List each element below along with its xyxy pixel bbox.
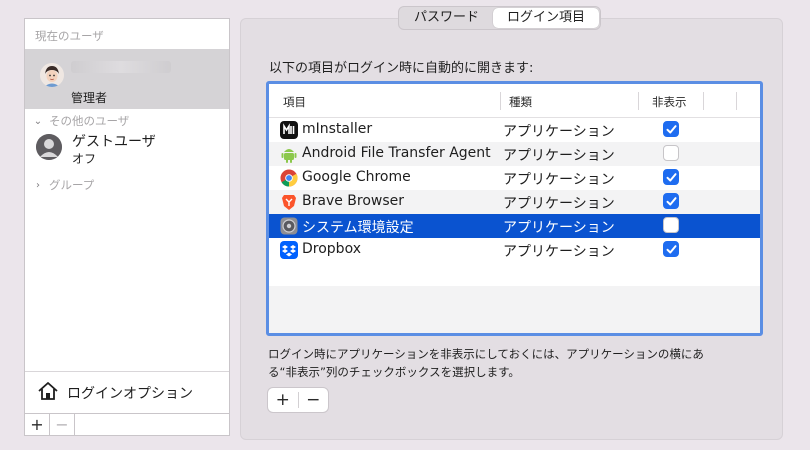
- house-icon: [37, 381, 59, 405]
- table-row[interactable]: Brave Browser アプリケーション: [269, 190, 760, 214]
- dropbox-icon: [280, 241, 298, 259]
- hide-checkbox[interactable]: [663, 169, 679, 185]
- chevron-right-icon: ›: [36, 179, 40, 191]
- users-sidebar: 現在のユーザ 管理者 ⌄ その他のユーザ ゲストユーザ オフ › グループ ログ…: [24, 18, 230, 414]
- item-kind: アプリケーション: [503, 196, 615, 212]
- column-hide[interactable]: 非表示: [652, 94, 687, 110]
- login-items-panel: 以下の項目がログイン時に自動的に開きます: 項目 種類 非表示 mInstall…: [240, 18, 783, 440]
- empty-row: [269, 286, 760, 310]
- add-user-button[interactable]: +: [25, 414, 50, 435]
- hint-line: ログイン時にアプリケーションを非表示にしておくには、アプリケーションの横にあ: [268, 347, 704, 361]
- item-kind: アプリケーション: [503, 148, 615, 164]
- item-name: Android File Transfer Agent: [302, 145, 491, 161]
- hide-checkbox[interactable]: [663, 121, 679, 137]
- item-name: Dropbox: [302, 241, 361, 257]
- item-name: Google Chrome: [302, 169, 411, 185]
- column-item[interactable]: 項目: [283, 94, 306, 110]
- brave-icon: [280, 193, 298, 211]
- tab-password[interactable]: パスワード: [400, 8, 493, 28]
- remove-login-item-button[interactable]: −: [299, 388, 329, 412]
- current-user-row[interactable]: 管理者: [25, 49, 229, 109]
- hide-checkbox[interactable]: [663, 145, 679, 161]
- column-divider: [638, 92, 639, 110]
- item-kind: アプリケーション: [503, 244, 615, 260]
- add-remove-control: + −: [267, 387, 329, 413]
- guest-user-row[interactable]: ゲストユーザ オフ: [25, 131, 229, 167]
- login-options-label: ログインオプション: [67, 385, 193, 402]
- remove-user-button[interactable]: −: [50, 414, 75, 435]
- guest-avatar: [36, 134, 62, 160]
- column-kind[interactable]: 種類: [509, 94, 532, 110]
- groups-label: グループ: [49, 178, 95, 192]
- minstaller-icon: [280, 121, 298, 139]
- item-kind: アプリケーション: [503, 124, 615, 140]
- login-items-table[interactable]: 項目 種類 非表示 mInstaller アプリケーション Android Fi…: [266, 81, 763, 336]
- tab-login-items[interactable]: ログイン項目: [493, 8, 600, 28]
- chevron-down-icon: ⌄: [33, 115, 43, 127]
- groups-header[interactable]: › グループ: [33, 177, 94, 193]
- hide-checkbox[interactable]: [663, 193, 679, 209]
- other-users-header[interactable]: ⌄ その他のユーザ: [33, 113, 129, 129]
- segmented-tabs: パスワード ログイン項目: [398, 6, 602, 30]
- column-divider: [703, 92, 704, 110]
- chrome-icon: [280, 169, 298, 187]
- item-kind: アプリケーション: [503, 172, 615, 188]
- guest-status: オフ: [72, 152, 97, 166]
- system-preferences-icon: [280, 217, 298, 235]
- column-divider: [736, 92, 737, 110]
- table-row-selected[interactable]: システム環境設定 アプリケーション: [269, 214, 760, 238]
- login-options-button[interactable]: ログインオプション: [25, 371, 229, 413]
- item-name: Brave Browser: [302, 193, 405, 209]
- table-row[interactable]: Android File Transfer Agent アプリケーション: [269, 142, 760, 166]
- table-header: 項目 種類 非表示: [269, 84, 760, 118]
- hide-hint-text: ログイン時にアプリケーションを非表示にしておくには、アプリケーションの横にあ る…: [268, 345, 758, 381]
- android-icon: [280, 145, 298, 163]
- hide-checkbox[interactable]: [663, 241, 679, 257]
- user-avatar: [40, 63, 64, 87]
- sidebar-bottom-bar: + −: [24, 414, 230, 436]
- item-kind: アプリケーション: [503, 220, 615, 236]
- item-name: システム環境設定: [302, 220, 414, 236]
- guest-name: ゲストユーザ: [72, 134, 156, 150]
- column-divider: [500, 92, 501, 110]
- hint-line: る“非表示”列のチェックボックスを選択します。: [268, 365, 520, 379]
- empty-row: [269, 310, 760, 333]
- hide-checkbox[interactable]: [663, 217, 679, 233]
- item-name: mInstaller: [302, 121, 373, 137]
- table-row[interactable]: Dropbox アプリケーション: [269, 238, 760, 262]
- user-name-redacted: [71, 61, 171, 73]
- other-users-label: その他のユーザ: [49, 114, 130, 128]
- table-row[interactable]: Google Chrome アプリケーション: [269, 166, 760, 190]
- login-items-title: 以下の項目がログイン時に自動的に開きます:: [269, 61, 534, 76]
- current-users-header: 現在のユーザ: [35, 29, 104, 43]
- add-login-item-button[interactable]: +: [268, 388, 298, 412]
- user-role: 管理者: [71, 91, 108, 105]
- table-row[interactable]: mInstaller アプリケーション: [269, 118, 760, 142]
